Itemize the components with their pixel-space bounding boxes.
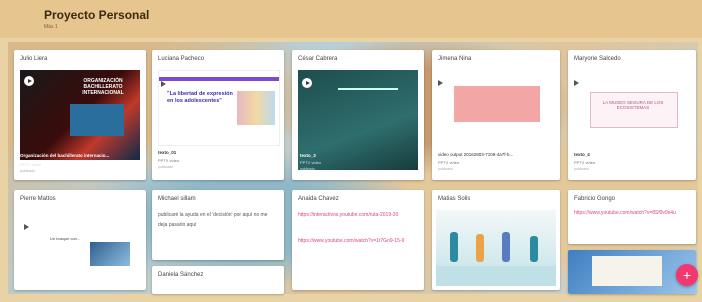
- post-card[interactable]: Anaida Chavez https://interactivos.youtu…: [292, 190, 424, 290]
- post-meta: PPTX video: [300, 160, 322, 165]
- video-thumbnail[interactable]: [298, 70, 418, 170]
- video-thumbnail[interactable]: LA MUSEO SEGURA DE LOS ECOSISTEMAS: [572, 70, 692, 144]
- post-caption: texto_01: [158, 150, 177, 155]
- slide-band: [159, 77, 279, 81]
- video-thumbnail[interactable]: [436, 70, 556, 144]
- scene-people: [450, 232, 458, 262]
- post-card[interactable]: Matias Solis: [432, 190, 560, 290]
- video-thumbnail[interactable]: ORGANIZACIÓN BACHILLERATO INTERNACIONAL: [20, 70, 140, 160]
- post-status: publicado: [438, 167, 453, 171]
- post-body: publicaré la ayuda en el 'decisión' por …: [158, 212, 268, 228]
- slide-title: ORGANIZACIÓN BACHILLERATO INTERNACIONAL: [82, 78, 124, 96]
- post-link[interactable]: https://interactivos.youtube.com/ruta-20…: [298, 210, 418, 220]
- play-icon[interactable]: [574, 80, 579, 86]
- scene-people: [530, 236, 538, 262]
- post-author: Julio Liera: [20, 56, 48, 62]
- slide-title: LA MUSEO SEGURA DE LOS ECOSISTEMAS: [602, 100, 664, 110]
- page-title: Proyecto Personal: [44, 8, 150, 22]
- play-icon[interactable]: [24, 76, 34, 86]
- scene-floor: [436, 266, 556, 286]
- post-author: Fabricio Gongo: [574, 196, 616, 202]
- play-icon[interactable]: [302, 78, 312, 88]
- post-author: César Cabrera: [298, 56, 338, 62]
- post-card[interactable]: Pierre Mattos Un bosque con...: [14, 190, 146, 290]
- play-icon[interactable]: [24, 224, 29, 230]
- slide-box: [454, 86, 540, 122]
- slide-image: [90, 242, 130, 266]
- top-bar: Proyecto Personal Más 1: [0, 0, 702, 38]
- post-caption: Organización del bachillerato internacio…: [20, 153, 110, 158]
- post-author: Maryorie Salcedo: [574, 56, 621, 62]
- slide-text: Un bosque con...: [50, 236, 81, 241]
- post-caption: texto_4: [574, 152, 590, 157]
- post-author: Daniela Sánchez: [158, 272, 204, 278]
- post-card[interactable]: Luciana Pacheco "La libertad de expresió…: [152, 50, 284, 180]
- post-card[interactable]: Maryorie Salcedo LA MUSEO SEGURA DE LOS …: [568, 50, 696, 180]
- post-author: Pierre Mattos: [20, 196, 56, 202]
- slide-title: "La libertad de expresión en los adolesc…: [167, 91, 233, 104]
- post-status: publicado: [20, 169, 35, 173]
- post-card[interactable]: Michael sillam publicaré la ayuda en el …: [152, 190, 284, 260]
- play-icon[interactable]: [438, 80, 443, 86]
- post-card[interactable]: César Cabrera texto_3 PPTX video publica…: [292, 50, 424, 180]
- post-card[interactable]: Daniela Sánchez: [152, 266, 284, 294]
- post-status: publicado: [158, 165, 173, 169]
- post-meta: PPTX video: [438, 160, 460, 165]
- post-author: Matias Solis: [438, 196, 471, 202]
- scene-people: [476, 234, 484, 262]
- slide-image: [70, 104, 124, 136]
- post-meta: PPTX video: [574, 160, 596, 165]
- post-caption: texto_3: [300, 153, 316, 158]
- post-link[interactable]: https://www.youtube.com/watch?v=8Sf9v9s4…: [574, 208, 690, 218]
- video-thumbnail[interactable]: "La libertad de expresión en los adolesc…: [158, 70, 280, 146]
- post-card[interactable]: Julio Liera ORGANIZACIÓN BACHILLERATO IN…: [14, 50, 146, 180]
- slide-image: [237, 91, 275, 125]
- post-author: Luciana Pacheco: [158, 56, 205, 62]
- post-status: publicado: [300, 167, 315, 171]
- play-icon[interactable]: [161, 81, 166, 87]
- scene-people: [502, 232, 510, 262]
- post-card[interactable]: Jimena Nina video output 20162803-7109-4…: [432, 50, 560, 180]
- post-status: publicado: [574, 167, 589, 171]
- post-card[interactable]: Fabricio Gongo https://www.youtube.com/w…: [568, 190, 696, 244]
- slide-line: [338, 88, 398, 90]
- post-author: Michael sillam: [158, 196, 196, 202]
- page-subtitle: Más 1: [44, 24, 58, 30]
- image-thumbnail[interactable]: [436, 210, 556, 286]
- post-link[interactable]: https://www.youtube.com/watch?v=1t7Gn9-1…: [298, 236, 418, 246]
- post-author: Jimena Nina: [438, 56, 472, 62]
- slide-frame: [592, 256, 662, 286]
- post-author: Anaida Chavez: [298, 196, 339, 202]
- slide-frame: [590, 92, 678, 128]
- add-post-button[interactable]: +: [676, 264, 698, 286]
- post-caption: video output 20162803-7109-4a7f-b...: [438, 152, 514, 157]
- post-meta: PPTX video: [20, 162, 42, 167]
- post-meta: PPTX video: [158, 158, 180, 163]
